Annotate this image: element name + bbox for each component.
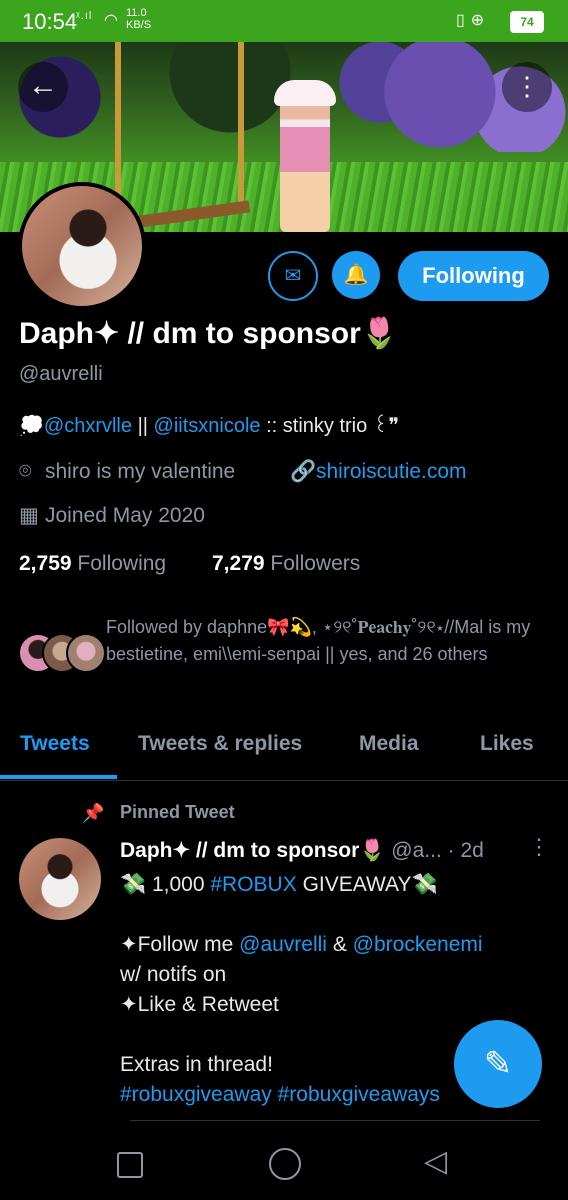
hashtag-link[interactable]: #robuxgiveaways bbox=[278, 1083, 440, 1106]
banner-swing-rope bbox=[238, 42, 244, 202]
profile-avatar[interactable] bbox=[18, 182, 146, 310]
tweet-text: w/ notifs on bbox=[120, 963, 227, 986]
tweet-text: GIVEAWAY💸 bbox=[296, 873, 438, 896]
mail-icon: ✉ bbox=[284, 265, 302, 287]
bio-mention-link[interactable]: @chxrvlle bbox=[44, 415, 132, 437]
tweet-header: Daph✦ // dm to sponsor🌷 @a... · 2d bbox=[120, 838, 484, 863]
home-icon[interactable] bbox=[269, 1148, 301, 1180]
mention-link[interactable]: @brockenemi bbox=[353, 933, 483, 956]
pin-icon: 📌 bbox=[82, 803, 105, 823]
arrow-left-icon: ← bbox=[28, 69, 58, 102]
status-time: 10:54 bbox=[22, 9, 78, 34]
back-triangle-icon[interactable]: ◁ bbox=[424, 1144, 447, 1179]
tweet-line: w/ notifs on bbox=[120, 960, 540, 990]
tweet-line: 💸 1,000 #ROBUX GIVEAWAY💸 bbox=[120, 870, 540, 900]
bell-check-icon: 🔔 bbox=[343, 264, 369, 286]
hashtag-link[interactable]: #ROBUX bbox=[210, 873, 296, 896]
banner-swing-rope bbox=[115, 42, 121, 212]
banner-character-hat bbox=[274, 80, 336, 106]
following-number: 2,759 bbox=[19, 552, 72, 575]
active-tab-indicator bbox=[0, 775, 117, 779]
tweet-author-handle: @a... bbox=[391, 839, 442, 862]
bio-separator: || bbox=[132, 415, 154, 437]
following-button[interactable]: Following bbox=[398, 251, 549, 301]
status-bar: 10:54 ᵡ.ıl ◠ 11.0 KB/S ▯⊕ 74 bbox=[0, 0, 568, 42]
battery-icon: 74 bbox=[510, 11, 544, 33]
bio-mention-link[interactable]: @iitsxnicole bbox=[154, 415, 261, 437]
followers-count[interactable]: 7,279 Followers bbox=[212, 552, 360, 576]
tab-media[interactable]: Media bbox=[359, 732, 419, 756]
tab-likes[interactable]: Likes bbox=[480, 732, 534, 756]
joined-text: Joined May 2020 bbox=[45, 504, 205, 527]
display-name: Daph✦ // dm to sponsor🌷 bbox=[19, 317, 399, 350]
followed-by-text[interactable]: Followed by daphne🎀💫, ⋆୨୧˚𝐏𝐞𝐚𝐜𝐡𝐲˚୨୧⋆//Ma… bbox=[106, 614, 546, 668]
following-count[interactable]: 2,759 Following bbox=[19, 552, 166, 576]
user-handle: @auvrelli bbox=[19, 363, 103, 385]
recent-apps-icon[interactable] bbox=[117, 1152, 143, 1178]
profile-location: ⌾ shiro is my valentine bbox=[19, 460, 235, 484]
tweet-more-button[interactable]: ⋮ bbox=[528, 834, 550, 860]
profile-joined: ▦ Joined May 2020 bbox=[19, 503, 205, 528]
tab-tweets-replies[interactable]: Tweets & replies bbox=[138, 732, 302, 756]
compose-tweet-icon: ✎ bbox=[483, 1045, 513, 1083]
followed-by-avatars[interactable] bbox=[18, 633, 106, 673]
followers-label: Followers bbox=[270, 552, 361, 575]
pinned-tweet-label: Pinned Tweet bbox=[120, 802, 235, 822]
tweet-time: · 2d bbox=[447, 839, 484, 862]
calendar-icon: ▦ bbox=[19, 504, 39, 527]
bio-emoji: 💭 bbox=[19, 415, 44, 437]
mention-link[interactable]: @auvrelli bbox=[239, 933, 327, 956]
tweet-line bbox=[120, 900, 540, 930]
profile-tabs: Tweets Tweets & replies Media Likes bbox=[0, 718, 568, 781]
profile-bio: 💭@chxrvlle || @iitsxnicole :: stinky tri… bbox=[19, 411, 399, 438]
tweet-text: Extras in thread! bbox=[120, 1053, 273, 1076]
location-text: shiro is my valentine bbox=[45, 460, 236, 483]
compose-tweet-button[interactable]: ✎ bbox=[454, 1020, 542, 1108]
bio-suffix: :: stinky trio ꒰❞ bbox=[260, 415, 400, 437]
system-nav-bar: ◁ bbox=[0, 1126, 568, 1200]
followers-number: 7,279 bbox=[212, 552, 265, 575]
following-label: Following bbox=[77, 552, 167, 575]
tweet-line: ✦Like & Retweet bbox=[120, 990, 540, 1020]
signal-icon: ᵡ.ıl bbox=[76, 10, 93, 22]
back-button[interactable]: ← bbox=[18, 62, 68, 112]
tweet-text: ✦Like & Retweet bbox=[120, 993, 279, 1016]
message-button[interactable]: ✉ bbox=[268, 251, 318, 301]
wifi-icon: ◠ bbox=[104, 12, 118, 29]
tweet-author-name[interactable]: Daph✦ // dm to sponsor🌷 bbox=[120, 839, 385, 862]
tweet-author-avatar[interactable] bbox=[19, 838, 101, 920]
vibrate-icon: ▯⊕ bbox=[456, 12, 491, 29]
location-pin-icon: ⌾ bbox=[19, 460, 32, 483]
avatar bbox=[66, 633, 106, 673]
profile-website: 🔗shiroiscutie.com bbox=[290, 460, 467, 484]
link-icon: 🔗 bbox=[290, 460, 317, 483]
tweet-text: ✦Follow me bbox=[120, 933, 240, 956]
more-options-button[interactable]: ⋮ bbox=[502, 62, 552, 112]
divider bbox=[130, 1120, 540, 1121]
more-vertical-icon: ⋮ bbox=[514, 71, 540, 101]
notifications-button[interactable]: 🔔 bbox=[332, 251, 380, 299]
hashtag-link[interactable]: #robuxgiveaway bbox=[120, 1083, 272, 1106]
tweet-text: & bbox=[326, 933, 353, 956]
website-link[interactable]: shiroiscutie.com bbox=[316, 460, 467, 483]
tab-tweets[interactable]: Tweets bbox=[20, 732, 90, 756]
network-speed: 11.0 KB/S bbox=[126, 7, 152, 31]
tweet-line: ✦Follow me @auvrelli & @brockenemi bbox=[120, 930, 540, 960]
tweet-text: 💸 1,000 bbox=[120, 873, 211, 896]
